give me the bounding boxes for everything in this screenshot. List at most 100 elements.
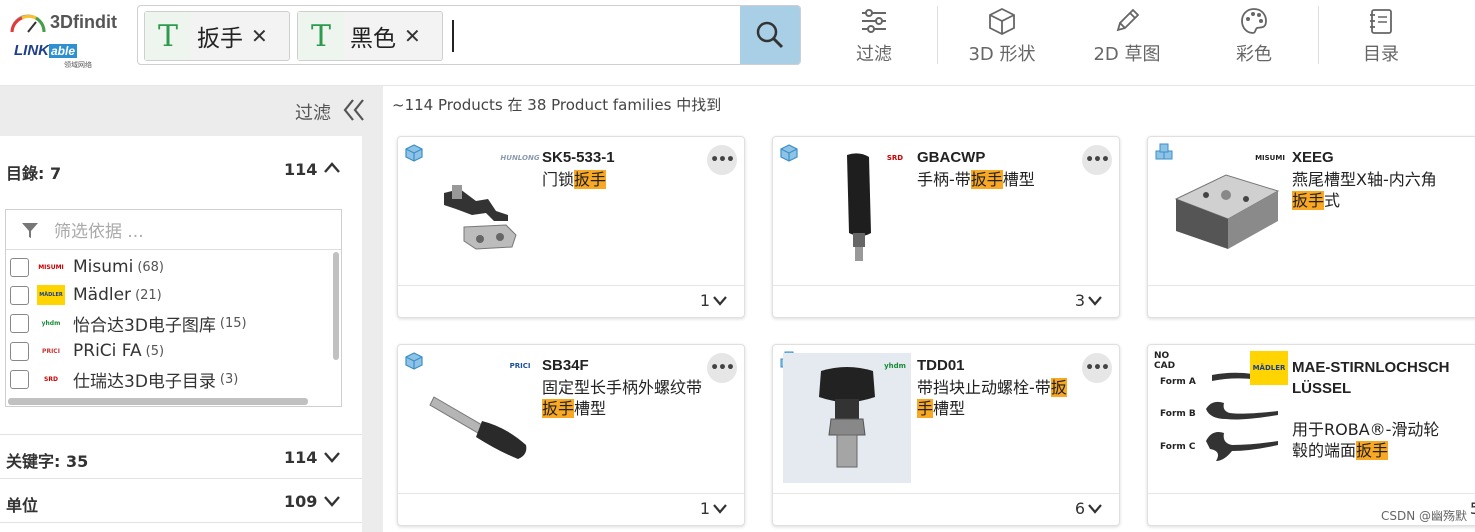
logo-sub-small: 领域网络 (64, 61, 92, 69)
variant-count[interactable]: 6 (1075, 499, 1105, 518)
logo-arc-icon (10, 14, 46, 33)
checkbox[interactable] (10, 285, 29, 305)
catalog-section-title[interactable]: 目錄: 7 (6, 160, 61, 184)
search-tag: T 黑色 ✕ (297, 11, 443, 61)
card-divider (398, 493, 744, 494)
yhd-logo: yhdm (41, 319, 61, 327)
variant-count[interactable]: 1 (700, 291, 730, 310)
manufacturer-name: Misumi (73, 257, 134, 277)
product-card[interactable]: MISUMI XEEG 燕尾槽型X轴-内六角扳手式 ••• 3 (1147, 136, 1475, 318)
chevron-down-icon (1088, 295, 1102, 306)
product-code[interactable]: SB34F (542, 357, 692, 374)
vertical-scrollbar[interactable] (333, 252, 339, 360)
checkbox[interactable] (10, 257, 29, 277)
nav-filter[interactable]: 过滤 (850, 6, 898, 68)
product-card[interactable]: SRD GBACWP 手柄-带扳手槽型 ••• 3 (772, 136, 1120, 318)
product-thumbnail (444, 185, 517, 250)
sidebar-header: 过滤 (0, 86, 383, 136)
collapse-sidebar-icon[interactable] (341, 96, 367, 124)
chevron-down-icon (1088, 503, 1102, 514)
more-options-button[interactable]: ••• (1082, 145, 1112, 175)
manufacturer-option[interactable]: PRICI PRiCi FA (5) (10, 338, 164, 364)
product-card[interactable]: PRICI SB34F 固定型长手柄外螺纹带扳手槽型 ••• 1 (397, 344, 745, 526)
manufacturer-logo: SRD (886, 154, 904, 162)
product-card[interactable]: NO CAD Form A Form B Form C MÄDLER MAE-S… (1147, 344, 1475, 526)
variant-count[interactable]: 5 (1470, 499, 1475, 518)
manufacturer-name: 怡合达3D电子图库 (73, 315, 216, 336)
checkbox[interactable] (10, 369, 29, 389)
manufacturer-option[interactable]: MISUMI Misumi (68) (10, 254, 164, 280)
chevron-down-icon[interactable] (322, 493, 342, 509)
checkbox[interactable] (10, 341, 29, 361)
text-tag-icon: T (145, 12, 191, 60)
manufacturer-count: (3) (219, 371, 239, 387)
unit-section[interactable]: 单位 109 (0, 478, 362, 522)
horizontal-scrollbar[interactable] (8, 398, 308, 405)
more-options-button[interactable]: ••• (1082, 353, 1112, 383)
product-code[interactable]: SK5-533-1 (542, 149, 692, 166)
chevron-down-icon (713, 295, 727, 306)
manufacturer-count: (5) (145, 343, 165, 359)
nav-3d-shape[interactable]: 3D 形状 (962, 6, 1042, 68)
product-code[interactable]: GBACWP (917, 149, 1067, 166)
product-code[interactable]: TDD01 (917, 357, 1067, 374)
remove-tag-button[interactable]: ✕ (249, 24, 274, 48)
catalog-filter-panel: 目錄: 7 114 筛选依据 ... MISUMI Misumi (68) MÄ… (0, 136, 362, 434)
keyword-section-count: 114 (284, 448, 318, 467)
product-description: 燕尾槽型X轴-内六角扳手式 (1292, 170, 1437, 210)
manufacturer-count: (21) (135, 287, 162, 303)
cube-icon (989, 7, 1015, 36)
prici-logo: PRICI (42, 347, 60, 355)
card-divider (1148, 493, 1475, 494)
product-description: 门锁扳手 (542, 170, 607, 189)
filter-sidebar: 过滤 目錄: 7 114 筛选依据 ... MISUMI Misumi (68) (0, 86, 383, 532)
product-description: 固定型长手柄外螺纹带扳手槽型 (542, 378, 703, 418)
top-header: 3Dfindit LINKable 领域网络 T 扳手 ✕ T 黑色 ✕ 过滤 (0, 0, 1475, 86)
product-code[interactable]: MAE-STIRNLOCHSCHLÜSSEL (1292, 357, 1452, 399)
brand-logo[interactable]: 3Dfindit LINK able 领域网络 (6, 10, 131, 70)
nav-color[interactable]: 彩色 (1230, 6, 1278, 68)
more-options-button[interactable]: ••• (707, 145, 737, 175)
nav-catalog-label: 目录 (1363, 44, 1399, 65)
product-card[interactable]: HUNLONG SK5-533-1 门锁扳手 ••• 1 (397, 136, 745, 318)
search-tag-text: 黑色 (350, 26, 396, 52)
search-input[interactable] (452, 20, 454, 52)
manufacturer-option[interactable]: MÄDLER Mädler (21) (10, 282, 162, 308)
variant-count[interactable]: 3 (1075, 291, 1105, 310)
product-card[interactable]: yhdm TDD01 带挡块止动螺栓-带扳手槽型 ••• 6 (772, 344, 1120, 526)
card-divider (1148, 285, 1475, 286)
manufacturer-filter-box: 筛选依据 ... MISUMI Misumi (68) MÄDLER Mädle… (5, 209, 342, 407)
manufacturer-logo: PRICI (509, 362, 531, 370)
logo-text: 3Dfindit (50, 12, 117, 32)
catalog-icon (1370, 9, 1392, 34)
results-summary: ~114 Products 在 38 Product families 中找到 (392, 96, 722, 114)
manufacturer-count: (68) (137, 259, 164, 275)
misumi-logo: MISUMI (38, 263, 64, 271)
manufacturer-option[interactable]: SRD 仕瑞达3D电子目录 (3) (10, 366, 238, 392)
pencil-icon (1116, 8, 1140, 32)
variant-count[interactable]: 1 (700, 499, 730, 518)
product-code[interactable]: XEEG (1292, 149, 1442, 166)
nav-2d-label: 2D 草图 (1093, 44, 1161, 65)
search-icon (756, 21, 784, 49)
catalog-section-count: 114 (284, 160, 318, 179)
nav-2d-sketch[interactable]: 2D 草图 (1087, 6, 1167, 68)
more-options-button[interactable]: ••• (707, 353, 737, 383)
card-divider (398, 285, 744, 286)
nav-filter-label: 过滤 (856, 44, 892, 65)
manufacturer-logo: yhdm (884, 362, 906, 370)
search-bar: T 扳手 ✕ T 黑色 ✕ (137, 5, 801, 65)
chevron-up-icon[interactable] (322, 160, 342, 176)
form-a-label: Form A (1160, 377, 1196, 387)
manufacturer-option[interactable]: yhdm 怡合达3D电子图库 (15) (10, 310, 247, 336)
palette-icon (1241, 8, 1267, 34)
checkbox[interactable] (10, 313, 29, 333)
filter-search-input[interactable]: 筛选依据 ... (6, 210, 341, 250)
search-button[interactable] (740, 6, 800, 64)
remove-tag-button[interactable]: ✕ (402, 24, 427, 48)
nav-catalog[interactable]: 目录 (1357, 6, 1405, 68)
no-cad-label: NO CAD (1154, 351, 1176, 371)
keyword-section[interactable]: 关键字: 35 114 (0, 434, 362, 478)
chevron-down-icon[interactable] (322, 449, 342, 465)
text-tag-icon: T (298, 12, 344, 60)
